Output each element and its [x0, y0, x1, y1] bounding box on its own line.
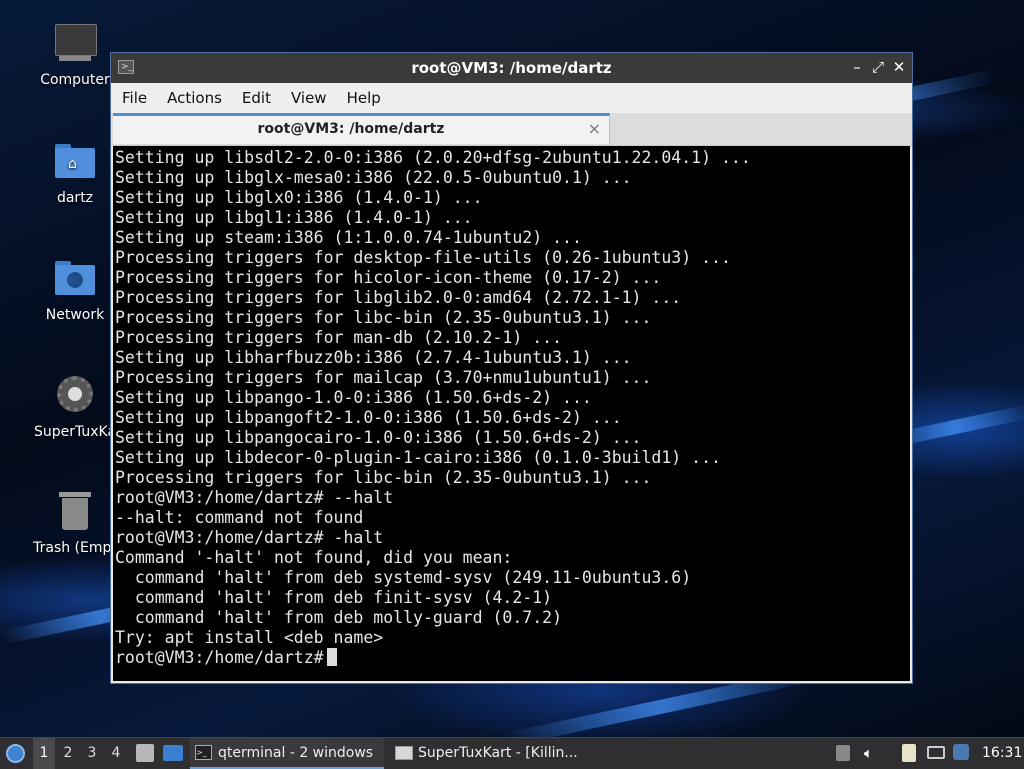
terminal-line: Setting up libharfbuzz0b:i386 (2.7.4-1ub…: [115, 348, 632, 367]
menu-edit[interactable]: Edit: [234, 89, 279, 107]
tab-close-icon[interactable]: ×: [588, 119, 601, 138]
terminal-line: command 'halt' from deb molly-guard (0.7…: [134, 608, 563, 627]
terminal-line: Command '-halt' not found, did you mean:: [115, 548, 513, 567]
terminal-cursor: [326, 648, 337, 666]
workspace-2[interactable]: 2: [57, 738, 79, 769]
tab-terminal[interactable]: root@VM3: /home/dartz ×: [113, 113, 610, 144]
terminal-line: root@VM3:/home/dartz# -halt: [115, 528, 384, 547]
start-menu-button[interactable]: [4, 738, 28, 769]
minimize-button[interactable]: –: [847, 57, 867, 77]
terminal-line: --halt: command not found: [115, 508, 364, 527]
gear-icon: [53, 374, 97, 418]
terminal-line: Processing triggers for hicolor-icon-the…: [115, 268, 662, 287]
volume-icon[interactable]: 🔈︎: [864, 738, 882, 769]
terminal-line: command 'halt' from deb systemd-sysv (24…: [134, 568, 692, 587]
close-button[interactable]: ✕: [889, 57, 909, 77]
terminal-output[interactable]: Setting up libsdl2-2.0-0:i386 (2.0.20+df…: [113, 146, 910, 681]
lubuntu-logo-icon: [6, 744, 25, 763]
taskbar: 1 2 3 4 >_ qterminal - 2 windows SuperTu…: [0, 737, 1024, 769]
terminal-text: Setting up libsdl2-2.0-0:i386 (2.0.20+df…: [113, 146, 910, 668]
menu-actions[interactable]: Actions: [159, 89, 230, 107]
file-manager-launcher[interactable]: [134, 738, 156, 769]
taskbar-task-supertuxkart[interactable]: SuperTuxKart - [Killin...: [390, 738, 618, 769]
terminal-line: Processing triggers for mailcap (3.70+nm…: [115, 368, 652, 387]
menu-help[interactable]: Help: [339, 89, 389, 107]
terminal-line: Setting up libpango-1.0-0:i386 (1.50.6+d…: [115, 388, 592, 407]
computer-icon: [53, 22, 97, 66]
menu-view[interactable]: View: [283, 89, 335, 107]
terminal-line: Processing triggers for desktop-file-uti…: [115, 248, 731, 267]
terminal-line: Processing triggers for man-db (2.10.2-1…: [115, 328, 563, 347]
clipboard-icon[interactable]: [900, 738, 918, 769]
network-tray-icon[interactable]: [926, 738, 946, 769]
menu-bar: File Actions Edit View Help: [111, 83, 912, 113]
menu-file[interactable]: File: [114, 89, 155, 107]
maximize-button[interactable]: ⤢: [868, 57, 888, 77]
tab-title: root@VM3: /home/dartz: [257, 121, 445, 137]
window-title: root@VM3: /home/dartz: [411, 59, 612, 77]
desktop-icon: [163, 745, 183, 761]
taskbar-task-qterminal[interactable]: >_ qterminal - 2 windows: [190, 738, 384, 769]
file-manager-icon: [136, 744, 154, 762]
terminal-line: Setting up libdecor-0-plugin-1-cairo:i38…: [115, 448, 721, 467]
home-folder-icon: ⌂: [53, 140, 97, 184]
network-folder-icon: [53, 257, 97, 301]
terminal-line: Setting up libpangoft2-1.0-0:i386 (1.50.…: [115, 408, 622, 427]
terminal-line: Setting up steam:i386 (1:1.0.0.74-1ubunt…: [115, 228, 582, 247]
terminal-line: Processing triggers for libglib2.0-0:amd…: [115, 288, 682, 307]
terminal-line: Processing triggers for libc-bin (2.35-0…: [115, 468, 652, 487]
terminal-line: Setting up libpangocairo-1.0-0:i386 (1.5…: [115, 428, 642, 447]
terminal-line: command 'halt' from deb finit-sysv (4.2-…: [134, 588, 553, 607]
terminal-line: Try: apt install <deb name>: [115, 628, 384, 647]
show-desktop-launcher[interactable]: [161, 738, 185, 769]
workspace-4[interactable]: 4: [105, 738, 127, 769]
clock[interactable]: 16:31: [982, 738, 1022, 769]
terminal-icon: >_: [195, 745, 212, 760]
task-label: qterminal - 2 windows: [218, 745, 374, 761]
terminal-line: root@VM3:/home/dartz# --halt: [115, 488, 394, 507]
terminal-line: Setting up libsdl2-2.0-0:i386 (2.0.20+df…: [115, 148, 751, 167]
notification-icon[interactable]: [952, 738, 972, 769]
terminal-line: Setting up libglx0:i386 (1.4.0-1) ...: [115, 188, 483, 207]
tab-bar: root@VM3: /home/dartz ×: [111, 113, 912, 146]
workspace-3[interactable]: 3: [81, 738, 103, 769]
workspace-1[interactable]: 1: [33, 738, 55, 769]
trash-icon: [53, 490, 97, 534]
terminal-line: Setting up libgl1:i386 (1.4.0-1) ...: [115, 208, 473, 227]
window-titlebar[interactable]: >_ root@VM3: /home/dartz – ⤢ ✕: [111, 53, 912, 83]
terminal-prompt: root@VM3:/home/dartz#: [115, 648, 324, 667]
tray-updates-icon[interactable]: [836, 738, 852, 769]
terminal-window[interactable]: >_ root@VM3: /home/dartz – ⤢ ✕ File Acti…: [110, 52, 913, 684]
task-label: SuperTuxKart - [Killin...: [418, 745, 578, 761]
window-icon: [395, 746, 413, 760]
terminal-line: Setting up libglx-mesa0:i386 (22.0.5-0ub…: [115, 168, 632, 187]
terminal-line: Processing triggers for libc-bin (2.35-0…: [115, 308, 652, 327]
